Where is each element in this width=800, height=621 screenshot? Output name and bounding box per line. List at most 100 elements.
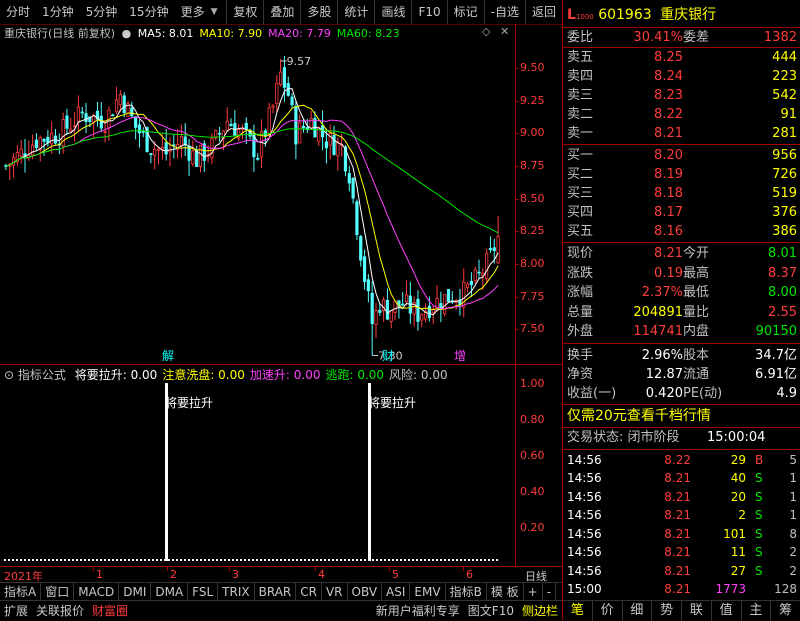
bottom-right-0[interactable]: 新用户福利专享 bbox=[372, 601, 464, 621]
baseline-dot bbox=[392, 559, 394, 561]
indicator-menu-icon[interactable]: ⊙ bbox=[4, 368, 14, 382]
tick-price: 8.22 bbox=[664, 452, 691, 467]
ma-line-10 bbox=[5, 104, 499, 311]
candle-body bbox=[385, 299, 390, 320]
indicator-tab-6[interactable]: TRIX bbox=[218, 583, 255, 601]
event-marker-2[interactable]: 增 bbox=[454, 349, 466, 362]
bottom-left-1[interactable]: 关联报价 bbox=[32, 601, 88, 621]
indicator-tab-3[interactable]: DMI bbox=[119, 583, 152, 601]
indicator-tab-11[interactable]: ASI bbox=[382, 583, 411, 601]
event-marker-1[interactable]: 财 bbox=[382, 349, 394, 362]
bid-row[interactable]: 买三 8.18 519 bbox=[563, 184, 800, 203]
quote-tab-6[interactable]: 主 bbox=[742, 601, 772, 621]
quote-tab-3[interactable]: 势 bbox=[652, 601, 682, 621]
ask-row[interactable]: 卖五 8.25 444 bbox=[563, 48, 800, 67]
period-btn-2[interactable]: 5分钟 bbox=[80, 0, 124, 24]
chart-title-bar: 重庆银行(日线 前复权) ● MA5: 8.01 MA10: 7.90 MA20: … bbox=[4, 25, 509, 41]
quote-tab-5[interactable]: 值 bbox=[712, 601, 742, 621]
month-tick bbox=[229, 567, 230, 571]
ask-row[interactable]: 卖一 8.21 281 bbox=[563, 124, 800, 143]
baseline-dot bbox=[68, 559, 70, 561]
indicator-tab-9[interactable]: VR bbox=[322, 583, 348, 601]
ask-row[interactable]: 卖三 8.23 542 bbox=[563, 86, 800, 105]
indicator-tab-8[interactable]: CR bbox=[296, 583, 322, 601]
ma-label-1: MA10: 7.90 bbox=[199, 27, 263, 40]
bid-row[interactable]: 买二 8.19 726 bbox=[563, 165, 800, 184]
ma-dot-icon: ● bbox=[121, 27, 132, 40]
candle-body bbox=[477, 271, 481, 274]
price-axis: 9.50 9.25 9.00 8.75 8.50 8.25 8.00 7.75 7.50 bbox=[515, 24, 563, 364]
indicator-tab-4[interactable]: DMA bbox=[151, 583, 189, 601]
indicator-chart[interactable]: 将要拉升 将要拉升 bbox=[0, 364, 515, 567]
stock-header: L1000 601963 重庆银行 bbox=[567, 4, 716, 24]
indicator-tab-7[interactable]: BRAR bbox=[255, 583, 297, 601]
period-btn-0[interactable]: 分时 bbox=[0, 0, 36, 24]
bottom-right-1[interactable]: 图文F10 bbox=[464, 601, 518, 621]
quote-tab-1[interactable]: 价 bbox=[593, 601, 623, 621]
bid-row[interactable]: 买四 8.17 376 bbox=[563, 203, 800, 222]
toolbar-btn-4[interactable]: 画线 bbox=[374, 0, 411, 24]
candle-body bbox=[378, 309, 382, 313]
period-btn-4[interactable]: 更多 bbox=[175, 0, 211, 24]
baseline-dot bbox=[312, 559, 314, 561]
tick-side: S bbox=[755, 526, 763, 541]
baseline-dot bbox=[356, 559, 358, 561]
quote-tab-2[interactable]: 细 bbox=[623, 601, 653, 621]
indicator-tab-5[interactable]: FSL bbox=[188, 583, 219, 601]
bid-row[interactable]: 买一 8.20 956 bbox=[563, 146, 800, 165]
ask-price: 8.25 bbox=[654, 50, 683, 65]
indicator-tab-10[interactable]: OBV bbox=[348, 583, 383, 601]
period-btn-1[interactable]: 1分钟 bbox=[36, 0, 80, 24]
close-icon[interactable]: ✕ bbox=[500, 25, 509, 38]
indicator-tab-16[interactable]: - bbox=[543, 583, 557, 601]
candle-body bbox=[256, 157, 260, 160]
baseline-dot bbox=[128, 559, 130, 561]
settings-diamond-icon[interactable]: ◇ bbox=[482, 25, 490, 38]
ma-label-2: MA20: 7.79 bbox=[268, 27, 331, 40]
toolbar-btn-2[interactable]: 多股 bbox=[300, 0, 337, 24]
baseline-dot bbox=[488, 559, 490, 561]
baseline-dot bbox=[456, 559, 458, 561]
toolbar-btn-1[interactable]: 叠加 bbox=[263, 0, 300, 24]
indicator-tab-14[interactable]: 模 板 bbox=[487, 583, 524, 601]
quote-tab-0[interactable]: 笔 bbox=[563, 601, 593, 621]
bid-row[interactable]: 买五 8.16 386 bbox=[563, 222, 800, 241]
candlestick-chart[interactable]: 9.577.30解财增 bbox=[0, 42, 515, 362]
trade-status-row: 交易状态: 闭市阶段 15:00:04 bbox=[563, 428, 800, 447]
promo-link[interactable]: 仅需20元查看千档行情 bbox=[567, 406, 711, 426]
indicator-tab-13[interactable]: 指标B bbox=[446, 583, 487, 601]
indicator-tab-15[interactable]: + bbox=[524, 583, 543, 601]
toolbar-btn-5[interactable]: F10 bbox=[411, 0, 446, 24]
quote-tab-4[interactable]: 联 bbox=[682, 601, 712, 621]
quote-tab-7[interactable]: 筹 bbox=[771, 601, 800, 621]
indicator-tab-2[interactable]: MACD bbox=[74, 583, 120, 601]
tick-time: 14:56 bbox=[567, 563, 602, 578]
ma-line-20 bbox=[5, 116, 499, 310]
indicator-tab-12[interactable]: EMV bbox=[410, 583, 446, 601]
bid-price: 8.16 bbox=[654, 224, 683, 239]
baseline-dot bbox=[352, 559, 354, 561]
event-marker-0[interactable]: 解 bbox=[162, 349, 174, 362]
toolbar-btn-3[interactable]: 统计 bbox=[337, 0, 374, 24]
candle-body bbox=[156, 148, 161, 151]
bottom-left-2[interactable]: 财富圈 bbox=[88, 601, 132, 621]
period-btn-3[interactable]: 15分钟 bbox=[123, 0, 174, 24]
stat-row: 总量 204891 量比 2.55 bbox=[563, 303, 800, 322]
baseline-dot bbox=[464, 559, 466, 561]
candle-body bbox=[179, 135, 184, 147]
indicator-tab-1[interactable]: 窗口 bbox=[41, 583, 75, 601]
toolbar-btn-8[interactable]: 返回 bbox=[524, 0, 562, 24]
toolbar-btn-0[interactable]: 复权 bbox=[226, 0, 263, 24]
indicator-tab-0[interactable]: 指标A bbox=[0, 583, 42, 601]
toolbar-btn-7[interactable]: -自选 bbox=[483, 0, 525, 24]
baseline-dot bbox=[396, 559, 398, 561]
ask-row[interactable]: 卖二 8.22 91 bbox=[563, 105, 800, 124]
bottom-right-2[interactable]: 侧边栏 bbox=[518, 601, 562, 621]
indicator-name[interactable]: 指标公式 bbox=[18, 368, 66, 382]
toolbar-btn-6[interactable]: 标记 bbox=[446, 0, 484, 24]
baseline-dot bbox=[200, 559, 202, 561]
ask-row[interactable]: 卖四 8.24 223 bbox=[563, 67, 800, 86]
bottom-left-0[interactable]: 扩展 bbox=[0, 601, 32, 621]
baseline-dot bbox=[120, 559, 122, 561]
price-tick-label: 7.50 bbox=[520, 322, 545, 336]
